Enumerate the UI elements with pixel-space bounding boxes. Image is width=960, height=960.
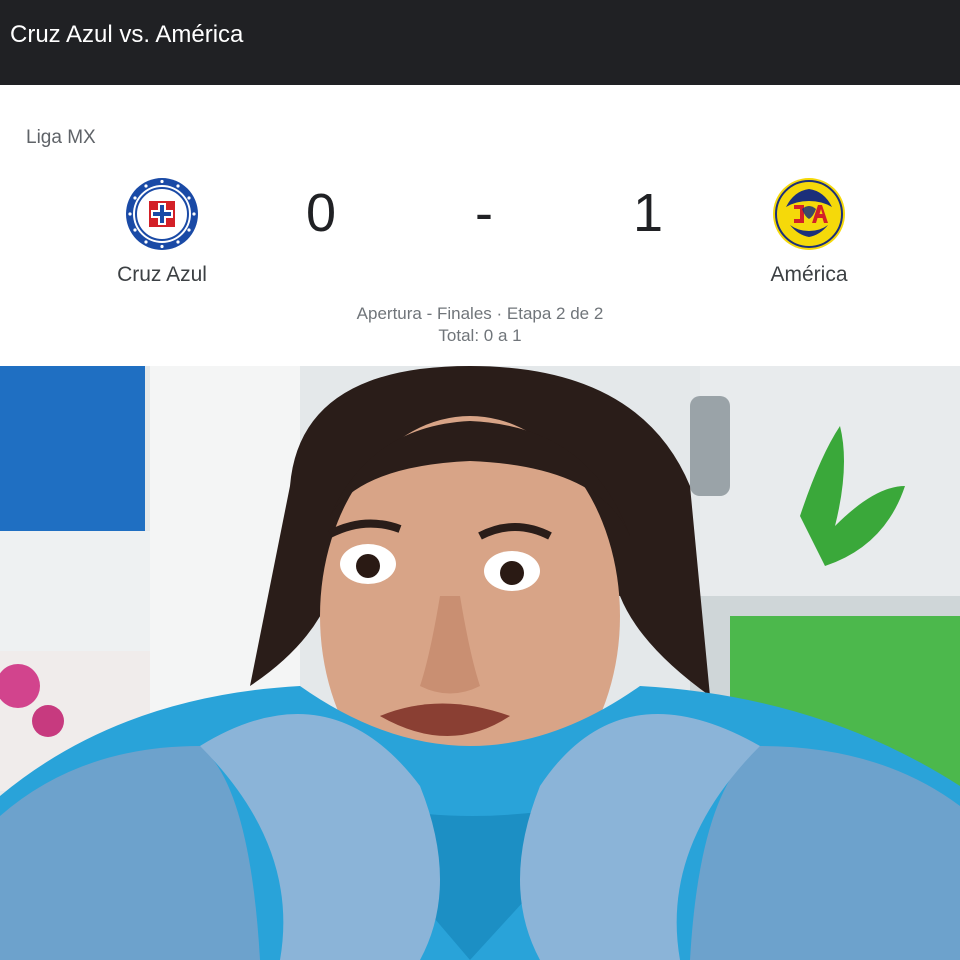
meme-photo-illustration [0, 366, 960, 960]
meme-photo [0, 366, 960, 960]
aggregate-label: Total: 0 a 1 [438, 326, 522, 345]
match-stage-info: Apertura - Finales · Etapa 2 de 2 Total:… [0, 303, 960, 347]
match-result-card[interactable]: Liga MX Cruz Azul 0 - 1 América Apertura… [0, 85, 960, 366]
league-label[interactable]: Liga MX [26, 127, 96, 149]
away-score: 1 [633, 183, 664, 243]
score-separator: - [475, 183, 493, 243]
home-team-name: Cruz Azul [117, 263, 207, 286]
home-score: 0 [306, 183, 337, 243]
stage-label: Apertura - Finales · Etapa 2 de 2 [356, 304, 604, 323]
top-bar: Cruz Azul vs. América [0, 0, 960, 85]
cruz-azul-crest-icon [126, 178, 198, 250]
away-team[interactable]: América [729, 177, 889, 287]
home-team[interactable]: Cruz Azul [82, 177, 242, 287]
away-team-name: América [770, 263, 848, 286]
club-america-crest-icon [773, 178, 845, 250]
page-title: Cruz Azul vs. América [10, 21, 244, 48]
